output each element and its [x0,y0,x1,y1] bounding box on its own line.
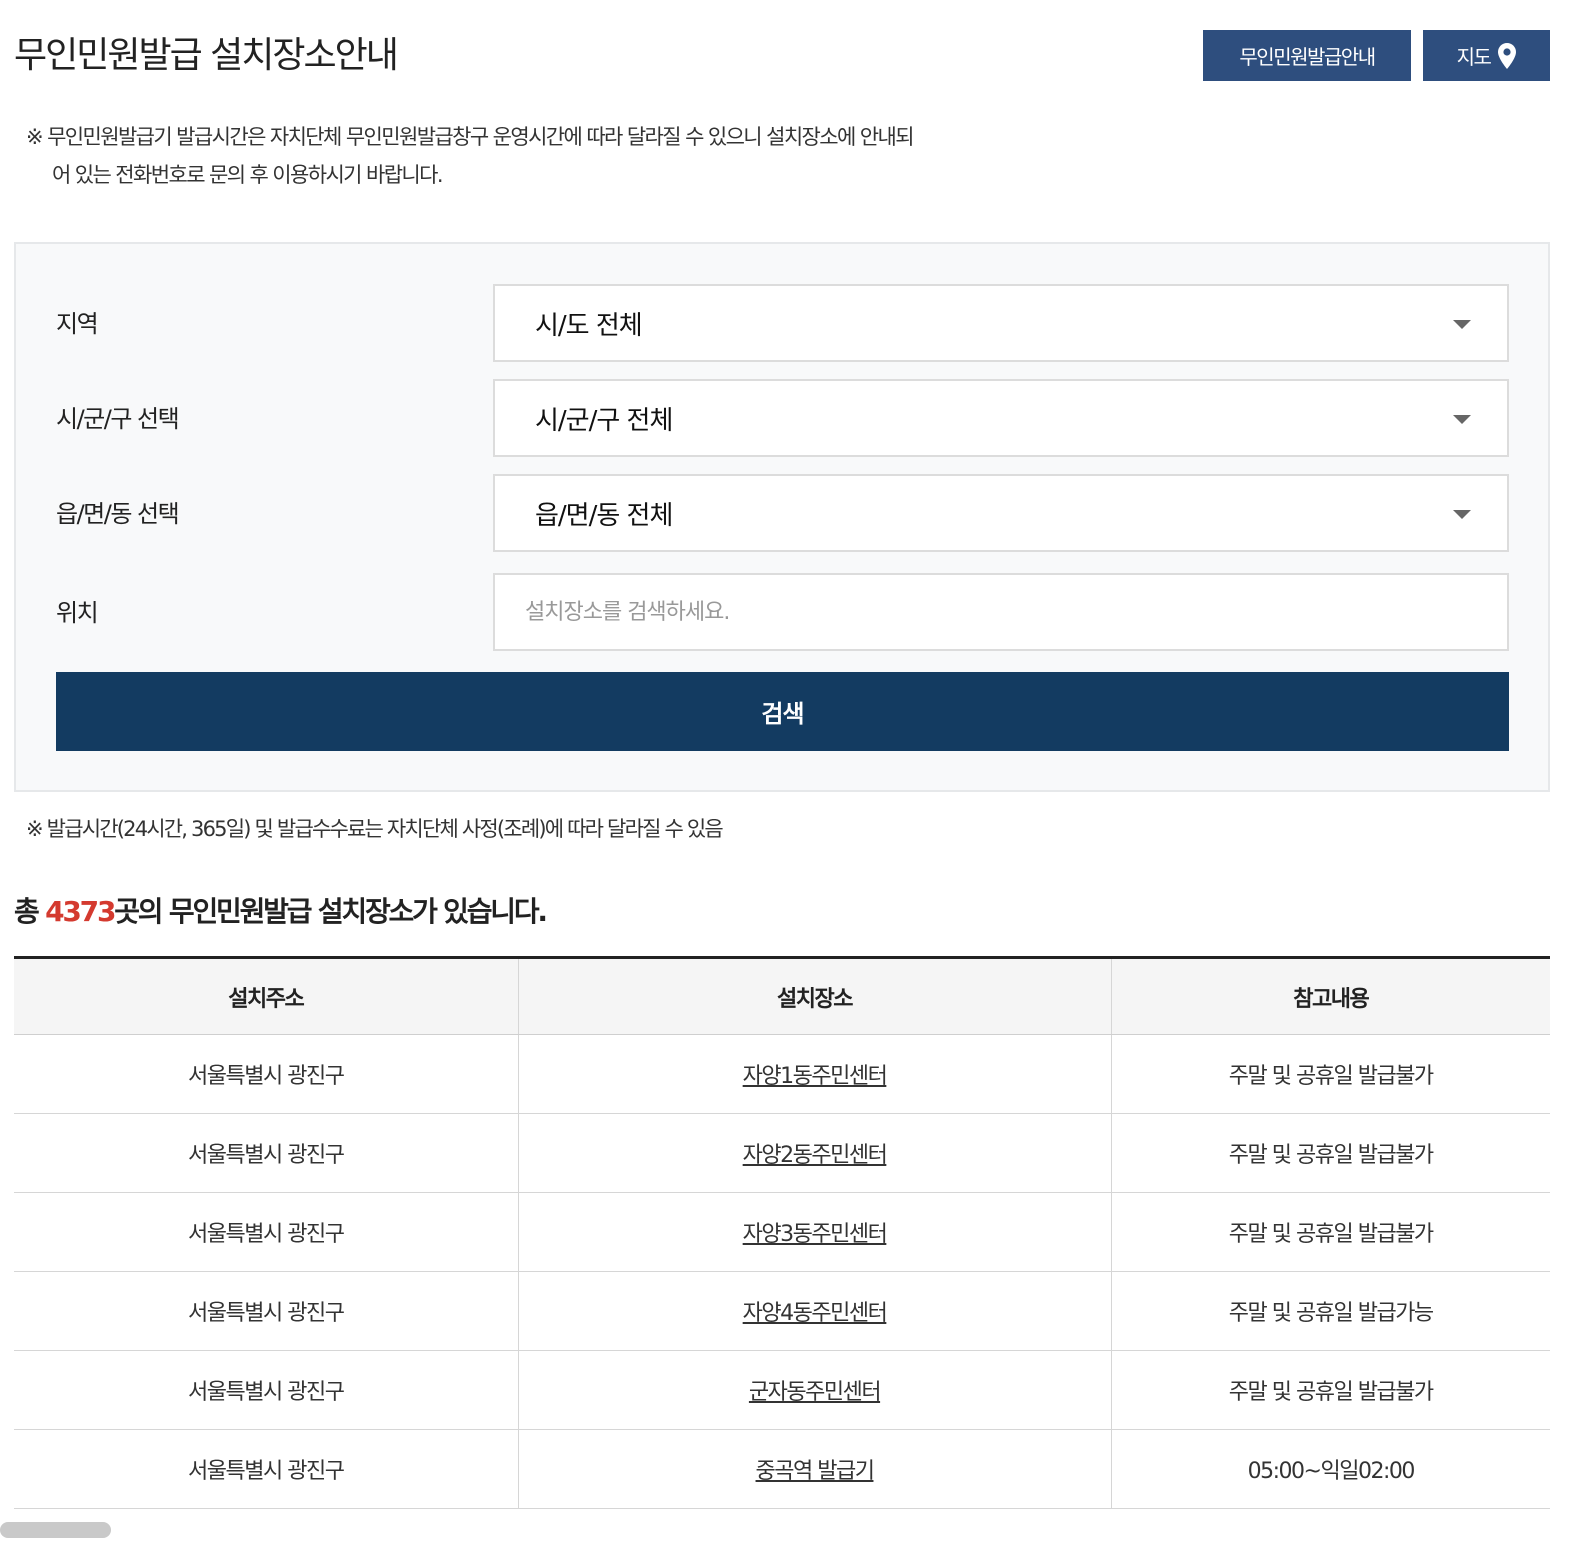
column-header-note: 참고내용 [1110,956,1550,1035]
search-button[interactable]: 검색 [56,672,1509,751]
caret-down-icon [1453,510,1471,519]
table-row: 서울특별시 광진구 자양3동주민센터 주말 및 공휴일 발급불가 [14,1192,1550,1272]
total-count-line: 총 4373곳의 무인민원발급 설치장소가 있습니다. [14,890,548,930]
place-cell: 중곡역 발급기 [517,1429,1111,1509]
issuance-guide-label: 무인민원발급안내 [1239,45,1376,69]
page-title: 무인민원발급 설치장소안내 [14,35,399,76]
address-cell: 서울특별시 광진구 [14,1429,518,1509]
horizontal-scrollbar[interactable] [0,1517,1582,1554]
table-header-row: 설치주소 설치장소 참고내용 [14,956,1550,1035]
scrollbar-thumb[interactable] [0,1522,111,1538]
column-header-place: 설치장소 [517,956,1111,1035]
place-cell: 자양1동주민센터 [517,1034,1111,1114]
total-prefix: 총 [14,895,46,928]
district-select[interactable]: 시/군/구 전체 [493,379,1509,457]
results-table: 설치주소 설치장소 참고내용 서울특별시 광진구 자양1동주민센터 주말 및 공… [14,956,1550,1509]
place-link[interactable]: 군자동주민센터 [749,1380,882,1405]
note-cell: 주말 및 공휴일 발급불가 [1110,1350,1550,1430]
address-cell: 서울특별시 광진구 [14,1192,518,1272]
note-cell: 05:00~익일02:00 [1110,1429,1550,1509]
table-row: 서울특별시 광진구 자양1동주민센터 주말 및 공휴일 발급불가 [14,1034,1550,1114]
location-label: 위치 [56,599,99,627]
place-link[interactable]: 자양1동주민센터 [743,1064,888,1089]
district-select-value: 시/군/구 전체 [535,405,673,436]
issuance-time-notice: ※ 무인민원발급기 발급시간은 자치단체 무인민원발급창구 운영시간에 따라 달… [26,125,915,187]
note-cell: 주말 및 공휴일 발급가능 [1110,1271,1550,1351]
address-cell: 서울특별시 광진구 [14,1350,518,1430]
total-count: 4373 [45,895,116,928]
note-cell: 주말 및 공휴일 발급불가 [1110,1192,1550,1272]
place-link[interactable]: 자양2동주민센터 [743,1143,888,1168]
fee-notice: ※ 발급시간(24시간, 365일) 및 발급수수료는 자치단체 사정(조례)에… [26,817,724,841]
town-select[interactable]: 읍/면/동 전체 [493,474,1509,552]
district-label: 시/군/구 선택 [56,405,180,433]
map-button-label: 지도 [1456,45,1492,69]
town-label: 읍/면/동 선택 [56,500,180,528]
search-panel: 지역 시/도 전체 시/군/구 선택 시/군/구 전체 읍/면/동 선택 읍/면… [14,242,1550,792]
table-row: 서울특별시 광진구 중곡역 발급기 05:00~익일02:00 [14,1429,1550,1509]
issuance-guide-button[interactable]: 무인민원발급안내 [1203,30,1411,81]
region-select[interactable]: 시/도 전체 [493,284,1509,362]
address-cell: 서울특별시 광진구 [14,1271,518,1351]
map-button[interactable]: 지도 [1423,30,1550,81]
table-row: 서울특별시 광진구 군자동주민센터 주말 및 공휴일 발급불가 [14,1350,1550,1430]
place-cell: 자양3동주민센터 [517,1192,1111,1272]
region-label: 지역 [56,310,99,338]
address-cell: 서울특별시 광진구 [14,1034,518,1114]
place-link[interactable]: 중곡역 발급기 [756,1459,875,1484]
place-link[interactable]: 자양4동주민센터 [743,1301,888,1326]
location-search-input[interactable] [493,573,1509,651]
address-cell: 서울특별시 광진구 [14,1113,518,1193]
town-select-value: 읍/면/동 전체 [535,500,673,531]
total-suffix: 곳의 무인민원발급 설치장소가 있습니다. [114,895,548,928]
place-link[interactable]: 자양3동주민센터 [743,1222,888,1247]
column-header-address: 설치주소 [14,956,518,1035]
table-row: 서울특별시 광진구 자양2동주민센터 주말 및 공휴일 발급불가 [14,1113,1550,1193]
region-select-value: 시/도 전체 [535,310,643,341]
map-pin-icon [1498,42,1517,69]
caret-down-icon [1453,415,1471,424]
place-cell: 군자동주민센터 [517,1350,1111,1430]
note-cell: 주말 및 공휴일 발급불가 [1110,1034,1550,1114]
caret-down-icon [1453,320,1471,329]
place-cell: 자양2동주민센터 [517,1113,1111,1193]
note-cell: 주말 및 공휴일 발급불가 [1110,1113,1550,1193]
place-cell: 자양4동주민센터 [517,1271,1111,1351]
table-row: 서울특별시 광진구 자양4동주민센터 주말 및 공휴일 발급가능 [14,1271,1550,1351]
